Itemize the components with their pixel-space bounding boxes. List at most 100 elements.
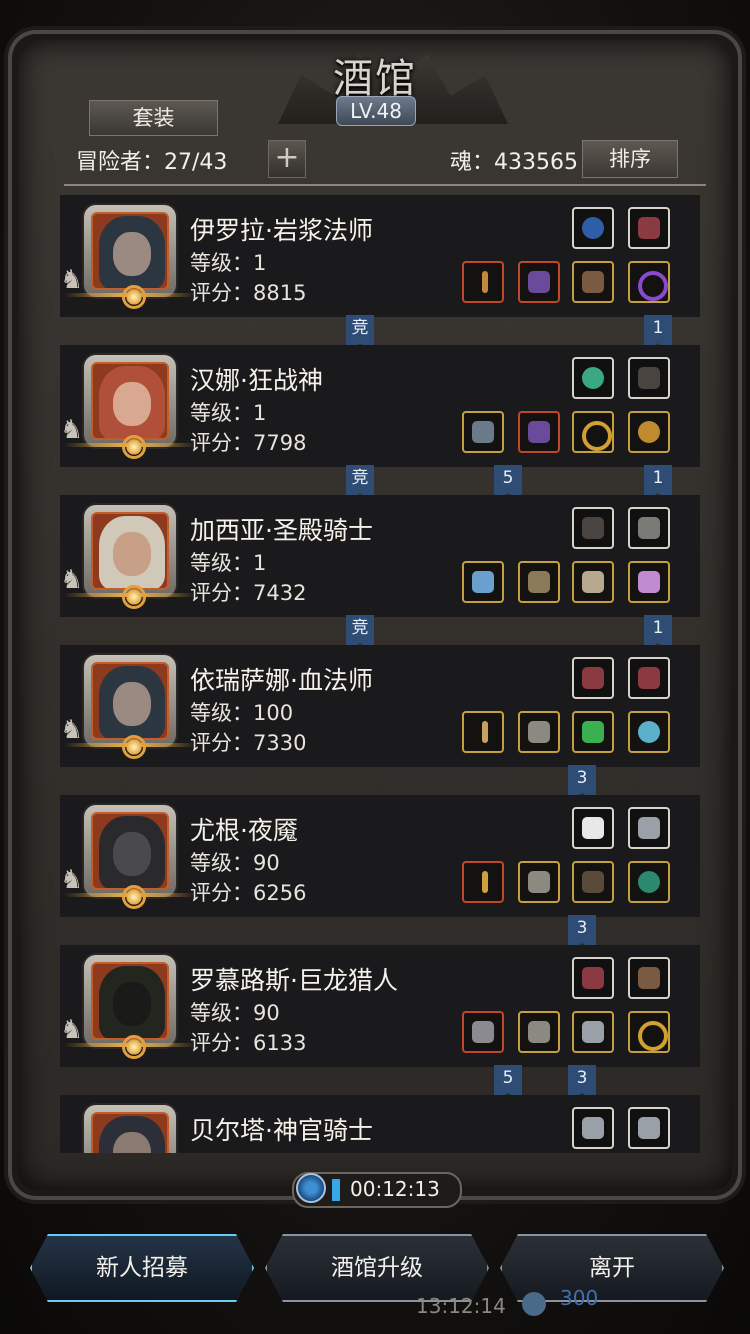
hero-card[interactable]: ♞ 依瑞萨娜·血法师 等级：100 评分：7330 (60, 645, 700, 767)
armor-slot-icon[interactable] (518, 561, 560, 603)
feather-slot-icon[interactable] (572, 807, 614, 849)
axe-slot-icon[interactable] (462, 411, 504, 453)
set-equipment-button[interactable]: 套装 (89, 100, 218, 136)
armor-slot-icon[interactable] (518, 261, 560, 303)
portrait-image (91, 212, 169, 290)
hero-card[interactable]: ♞ 汉娜·狂战神 等级：1 评分：7798 (60, 345, 700, 467)
hero-level: 等级：90 (190, 851, 280, 875)
hero-score: 评分：7330 (190, 731, 307, 755)
cloak-slot-icon[interactable] (572, 861, 614, 903)
figure-icon: ♞ (60, 1015, 84, 1045)
dagger-slot-icon[interactable] (572, 1107, 614, 1149)
hero-level: 等级：1 (190, 251, 267, 275)
hero-score: 评分：6133 (190, 1031, 307, 1055)
recruit-button[interactable]: 新人招募 (30, 1234, 254, 1302)
hero-portrait[interactable] (64, 505, 196, 609)
shield-slot-icon[interactable] (628, 711, 670, 753)
hero-list[interactable]: ♞ 伊罗拉·岩浆法师 等级：1 评分：8815 竞 1 ♞ 汉娜·狂战神 等级：… (60, 195, 700, 1153)
hero-card[interactable]: ♞ 伊罗拉·岩浆法师 等级：1 评分：8815 (60, 195, 700, 317)
dagger-slot-icon[interactable] (628, 807, 670, 849)
figure-icon: ♞ (60, 265, 84, 295)
boots-slot-icon[interactable] (628, 657, 670, 699)
necklace-slot-icon[interactable] (572, 207, 614, 249)
hero-level: 等级：90 (190, 1001, 280, 1025)
ring-slot-icon[interactable] (628, 1011, 670, 1053)
hero-card[interactable]: 贝尔塔·神官骑士 (60, 1095, 700, 1153)
moon-emblem-icon (122, 885, 146, 909)
hero-portrait[interactable] (84, 1105, 176, 1153)
hero-portrait[interactable] (64, 955, 196, 1059)
timer-text: 00:12:13 (350, 1177, 440, 1201)
figure-icon: ♞ (60, 565, 84, 595)
moon-emblem-icon (122, 1035, 146, 1059)
bracelet-slot-icon[interactable] (628, 861, 670, 903)
hero-name: 汉娜·狂战神 (190, 366, 323, 395)
hero-score: 评分：6256 (190, 881, 307, 905)
staff-slot-icon[interactable] (462, 261, 504, 303)
armor-slot-icon[interactable] (518, 1011, 560, 1053)
clock-icon (296, 1173, 326, 1203)
hero-level: 等级：100 (190, 701, 294, 725)
hero-name: 贝尔塔·神官骑士 (190, 1116, 373, 1145)
gem-slot-icon[interactable] (572, 357, 614, 399)
ring-slot-icon[interactable] (572, 411, 614, 453)
hero-name: 伊罗拉·岩浆法师 (190, 216, 373, 245)
hammer-slot-icon[interactable] (462, 561, 504, 603)
wand-slot-icon[interactable] (462, 711, 504, 753)
boots-slot-icon[interactable] (572, 957, 614, 999)
hero-score: 评分：7432 (190, 581, 307, 605)
pistol-slot-icon[interactable] (462, 1011, 504, 1053)
armor-slot-icon[interactable] (518, 711, 560, 753)
adventurer-count: 冒险者：27/43 (76, 150, 228, 175)
hero-name: 依瑞萨娜·血法师 (190, 666, 373, 695)
cloak-slot-icon[interactable] (572, 507, 614, 549)
moon-emblem-icon (122, 735, 146, 759)
upgrade-tavern-button[interactable]: 酒馆升级 (265, 1234, 489, 1302)
boots-slot-icon[interactable] (628, 207, 670, 249)
portrait-image (91, 512, 169, 590)
hero-card[interactable]: ♞ 尤根·夜魇 等级：90 评分：6256 (60, 795, 700, 917)
refresh-timer: 00:12:13 (292, 1172, 462, 1208)
timer-progress (332, 1179, 340, 1201)
coin-icon (522, 1292, 546, 1316)
hero-portrait[interactable] (64, 655, 196, 759)
portrait-image (91, 1112, 169, 1153)
portrait-image (91, 362, 169, 440)
hero-level: 等级：1 (190, 401, 267, 425)
tavern-level-badge: LV.48 (336, 96, 416, 126)
hero-card[interactable]: ♞ 加西亚·圣殿骑士 等级：1 评分：7432 (60, 495, 700, 617)
sun-emblem-icon (122, 285, 146, 309)
add-capacity-button[interactable]: + (268, 140, 306, 178)
sun-emblem-icon (122, 585, 146, 609)
hero-score: 评分：8815 (190, 281, 307, 305)
cloak-slot-icon[interactable] (628, 357, 670, 399)
hero-portrait[interactable] (64, 805, 196, 909)
armor-slot-icon[interactable] (518, 861, 560, 903)
portrait-image (91, 662, 169, 740)
mask-slot-icon[interactable] (628, 507, 670, 549)
hero-name: 加西亚·圣殿骑士 (190, 516, 373, 545)
gloves-slot-icon[interactable] (628, 957, 670, 999)
gem-slot-icon[interactable] (572, 711, 614, 753)
hero-portrait[interactable] (64, 355, 196, 459)
boots-slot-icon[interactable] (572, 657, 614, 699)
figure-icon: ♞ (60, 715, 84, 745)
hero-name: 尤根·夜魇 (190, 816, 298, 845)
header-divider (64, 184, 706, 186)
hero-portrait[interactable] (64, 205, 196, 309)
dagger-slot-icon[interactable] (462, 861, 504, 903)
sort-button[interactable]: 排序 (582, 140, 678, 178)
soul-currency: 魂：433565 (450, 150, 578, 175)
dagger-slot-icon[interactable] (628, 1107, 670, 1149)
helmet-slot-icon[interactable] (518, 411, 560, 453)
coin-count: 300 (560, 1286, 599, 1310)
ring-slot-icon[interactable] (628, 411, 670, 453)
sun-emblem-icon (122, 435, 146, 459)
skull-slot-icon[interactable] (572, 561, 614, 603)
gloves-slot-icon[interactable] (572, 261, 614, 303)
rune-slot-icon[interactable] (628, 561, 670, 603)
ring-slot-icon[interactable] (628, 261, 670, 303)
background-clock: 13:12:14 (416, 1294, 506, 1318)
bow-slot-icon[interactable] (572, 1011, 614, 1053)
hero-card[interactable]: ♞ 罗慕路斯·巨龙猎人 等级：90 评分：6133 (60, 945, 700, 1067)
